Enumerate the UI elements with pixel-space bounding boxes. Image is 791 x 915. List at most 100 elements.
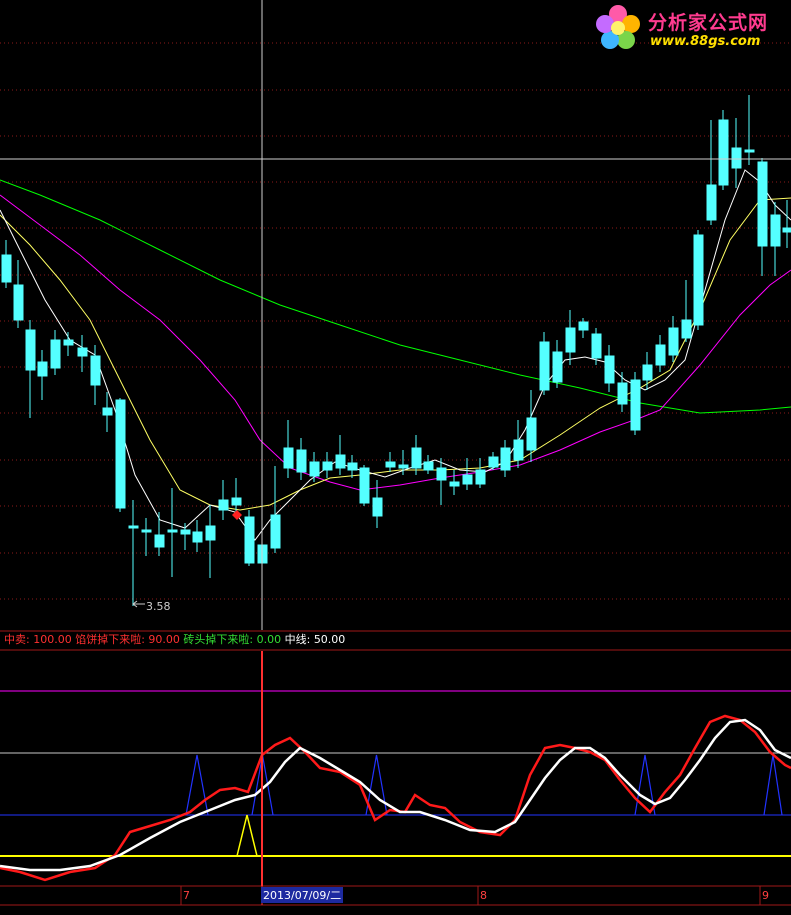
candle-33 [423, 455, 434, 474]
candle-44 [565, 310, 576, 365]
candle-28 [359, 465, 370, 506]
candle-32 [411, 435, 422, 475]
candle-body [37, 361, 48, 377]
candle-body [154, 534, 165, 548]
yellow-spike [236, 814, 258, 857]
candle-body [270, 514, 281, 549]
candle-7 [90, 345, 101, 405]
candle-2 [25, 320, 36, 418]
candle-17 [218, 480, 229, 520]
candle-body [63, 339, 74, 346]
legend-item-brick: 砖头掉下来啦: 0.00 [183, 633, 282, 646]
candle-6 [77, 335, 88, 372]
candle-27 [347, 455, 358, 478]
candle-51 [655, 335, 666, 372]
candle-5 [63, 332, 74, 356]
date-tick-8: 8 [480, 889, 487, 902]
legend-item-pie: 馅饼掉下来啦: 90.00 [75, 633, 180, 646]
candle-body [718, 119, 729, 186]
legend-item-sell: 中卖: 100.00 [4, 633, 72, 646]
candle-body [359, 467, 370, 504]
cursor-date-label: 2013/07/09/二 [261, 887, 344, 903]
candle-body [322, 461, 333, 471]
candle-body [102, 407, 113, 416]
candle-body [681, 319, 692, 339]
candle-body [335, 454, 346, 469]
candle-body [128, 525, 139, 529]
candle-11 [141, 518, 152, 556]
candle-38 [488, 452, 499, 470]
candle-body [565, 327, 576, 353]
candle-0 [1, 240, 12, 288]
date-tick-9: 9 [762, 889, 769, 902]
candle-9 [115, 398, 126, 512]
candle-52 [668, 316, 679, 362]
indicator-legend: 中卖: 100.00 馅饼掉下来啦: 90.00 砖头掉下来啦: 0.00 中线… [4, 632, 345, 648]
candle-18 [231, 478, 242, 512]
candle-body [1, 254, 12, 283]
candle-23 [296, 438, 307, 480]
candle-21 [270, 466, 281, 553]
date-tick-7: 7 [183, 889, 190, 902]
site-logo: 分析家公式网 www.88gs.com [592, 2, 790, 54]
candle-body [385, 461, 396, 468]
candle-body [296, 449, 307, 473]
candle-body [462, 474, 473, 485]
candle-body [604, 355, 615, 384]
candle-54 [693, 230, 704, 330]
candle-42 [539, 332, 550, 395]
candle-body [411, 447, 422, 469]
candle-body [770, 214, 781, 247]
candle-34 [436, 458, 447, 505]
candle-43 [552, 340, 563, 388]
candle-body [617, 382, 628, 405]
candle-body [552, 351, 563, 383]
candle-58 [744, 95, 755, 165]
candle-body [398, 464, 409, 469]
candle-body [655, 344, 666, 366]
candle-body [642, 364, 653, 381]
candle-body [423, 461, 434, 471]
candle-body [500, 447, 511, 471]
candle-25 [322, 452, 333, 478]
low-price-label: 3.58 [146, 600, 171, 613]
candle-body [283, 447, 294, 469]
candle-body [347, 462, 358, 471]
candle-13 [167, 488, 178, 577]
candle-body [192, 531, 203, 543]
candle-body [244, 516, 255, 564]
candle-body [782, 227, 791, 233]
candle-body [141, 529, 152, 533]
logo-url: www.88gs.com [650, 34, 761, 49]
candle-body [513, 439, 524, 461]
candle-body [13, 284, 24, 321]
candle-body [731, 147, 742, 169]
candle-body [706, 184, 717, 221]
logo-title: 分析家公式网 [648, 12, 769, 34]
candle-body [309, 461, 320, 477]
candle-30 [385, 452, 396, 472]
candle-body [231, 497, 242, 506]
candle-60 [770, 202, 781, 276]
flower-logo-icon [596, 5, 640, 49]
candle-3 [37, 350, 48, 400]
candle-16 [205, 505, 216, 578]
stock-chart-window[interactable]: 分析家公式网 www.88gs.com 3.58 中卖: 100.00 馅饼掉下… [0, 0, 791, 911]
blue-spike-4 [763, 754, 783, 816]
candle-body [25, 329, 36, 371]
candle-body [526, 417, 537, 451]
candle-12 [154, 512, 165, 556]
candle-body [449, 481, 460, 487]
candle-body [372, 497, 383, 517]
candle-4 [50, 330, 61, 375]
chart-canvas[interactable] [0, 0, 791, 911]
candle-39 [500, 440, 511, 477]
candlestick-series [1, 95, 791, 608]
legend-item-midline: 中线: 50.00 [284, 633, 346, 646]
candle-61 [782, 200, 791, 248]
candle-body [539, 341, 550, 391]
candle-1 [13, 260, 24, 328]
candle-body [50, 339, 61, 369]
candle-57 [731, 118, 742, 188]
candle-15 [192, 520, 203, 552]
